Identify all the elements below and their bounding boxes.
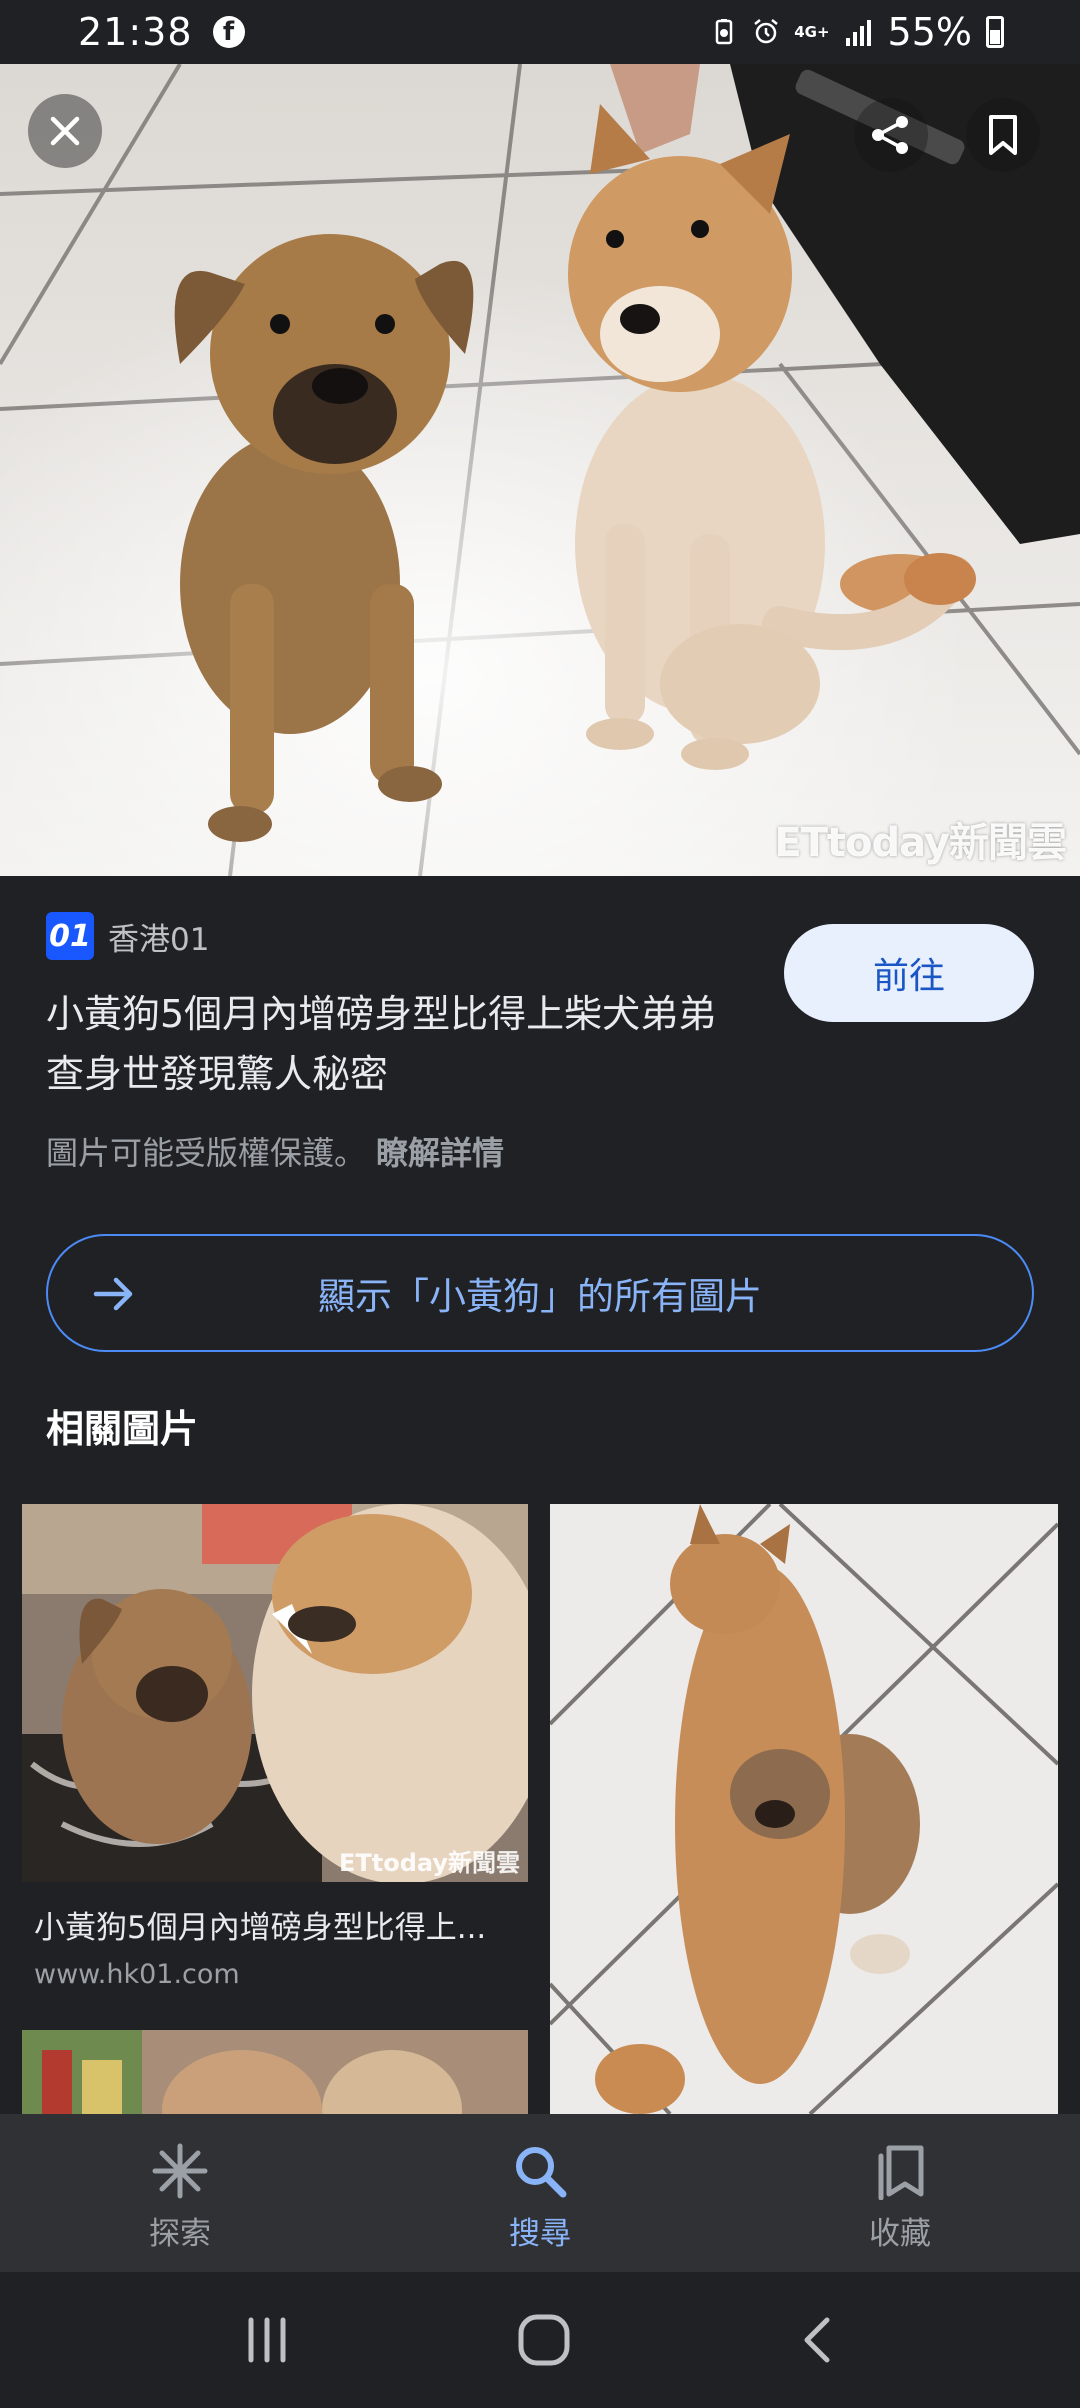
- source-logo: 01: [46, 912, 94, 960]
- collections-icon: [878, 2145, 924, 2200]
- home-icon[interactable]: [516, 2312, 572, 2368]
- dogs-photo: [0, 64, 1080, 876]
- asterisk-icon: [152, 2143, 208, 2199]
- nav-item-collections[interactable]: 收藏: [720, 2114, 1080, 2272]
- close-button[interactable]: [28, 94, 102, 168]
- alarm-icon: [754, 19, 778, 44]
- nav-label-collections: 收藏: [869, 2216, 931, 2252]
- related-images-heading: 相關圖片: [46, 1407, 199, 1451]
- nav-item-discover[interactable]: 探索: [0, 2114, 360, 2272]
- share-button[interactable]: [854, 98, 928, 172]
- status-bar: 21:38 f 4G+ 55%: [0, 0, 1080, 64]
- learn-more-link[interactable]: 瞭解詳情: [376, 1134, 504, 1172]
- arrow-right-icon: [93, 1277, 133, 1311]
- copyright-notice: 圖片可能受版權保護。 瞭解詳情: [46, 1128, 504, 1174]
- goto-button[interactable]: 前往: [784, 924, 1034, 1022]
- close-icon: [50, 116, 80, 146]
- hero-image[interactable]: ETtoday新聞雲: [0, 64, 1080, 876]
- nav-label-discover: 探索: [149, 2216, 211, 2252]
- system-navigation-bar: [0, 2272, 1080, 2408]
- back-icon[interactable]: [795, 2314, 839, 2366]
- share-icon: [872, 116, 908, 154]
- source-name: 香港01: [108, 921, 210, 958]
- related-image-title: 小黃狗5個月內增磅身型比得上...: [34, 1910, 487, 1946]
- nav-label-search: 搜尋: [509, 2216, 571, 2252]
- nav-item-search[interactable]: 搜尋: [360, 2114, 720, 2272]
- image-watermark: ETtoday新聞雲: [774, 820, 1067, 866]
- bookmark-button[interactable]: [966, 98, 1040, 172]
- bookmark-icon: [989, 115, 1017, 155]
- status-icons: 4G+ 55%: [710, 0, 1004, 64]
- battery-saver-icon: [715, 19, 733, 45]
- related-image-card[interactable]: ETtoday新聞雲 小黃狗5個月內增磅身型比得上... www.hk01.co…: [22, 1504, 528, 2008]
- show-all-label: 顯示「小黃狗」的所有圖片: [318, 1275, 762, 1318]
- battery-percent: 55%: [887, 10, 972, 54]
- source-row[interactable]: 01 香港01: [46, 912, 209, 960]
- related-image-thumbnail: [550, 1504, 1058, 2114]
- related-watermark: ETtoday新聞雲: [338, 1849, 520, 1877]
- related-image-card[interactable]: [550, 1504, 1058, 2114]
- article-title[interactable]: 小黃狗5個月內增磅身型比得上柴犬弟弟查身世發現驚人秘密: [46, 984, 746, 1104]
- recent-apps-icon[interactable]: [241, 2314, 293, 2366]
- related-image-domain: www.hk01.com: [34, 1959, 240, 1990]
- search-icon: [516, 2147, 567, 2198]
- facebook-icon: f: [212, 16, 245, 48]
- show-all-images-button[interactable]: 顯示「小黃狗」的所有圖片: [46, 1234, 1034, 1352]
- battery-icon: [986, 16, 1004, 48]
- bottom-navigation: 探索 搜尋 收藏: [0, 2114, 1080, 2272]
- network-type: 4G+: [794, 23, 830, 41]
- related-image-thumbnail: ETtoday新聞雲: [22, 1504, 528, 1882]
- signal-icon: [845, 20, 871, 46]
- copyright-text: 圖片可能受版權保護。: [46, 1134, 367, 1172]
- status-time: 21:38: [78, 10, 193, 54]
